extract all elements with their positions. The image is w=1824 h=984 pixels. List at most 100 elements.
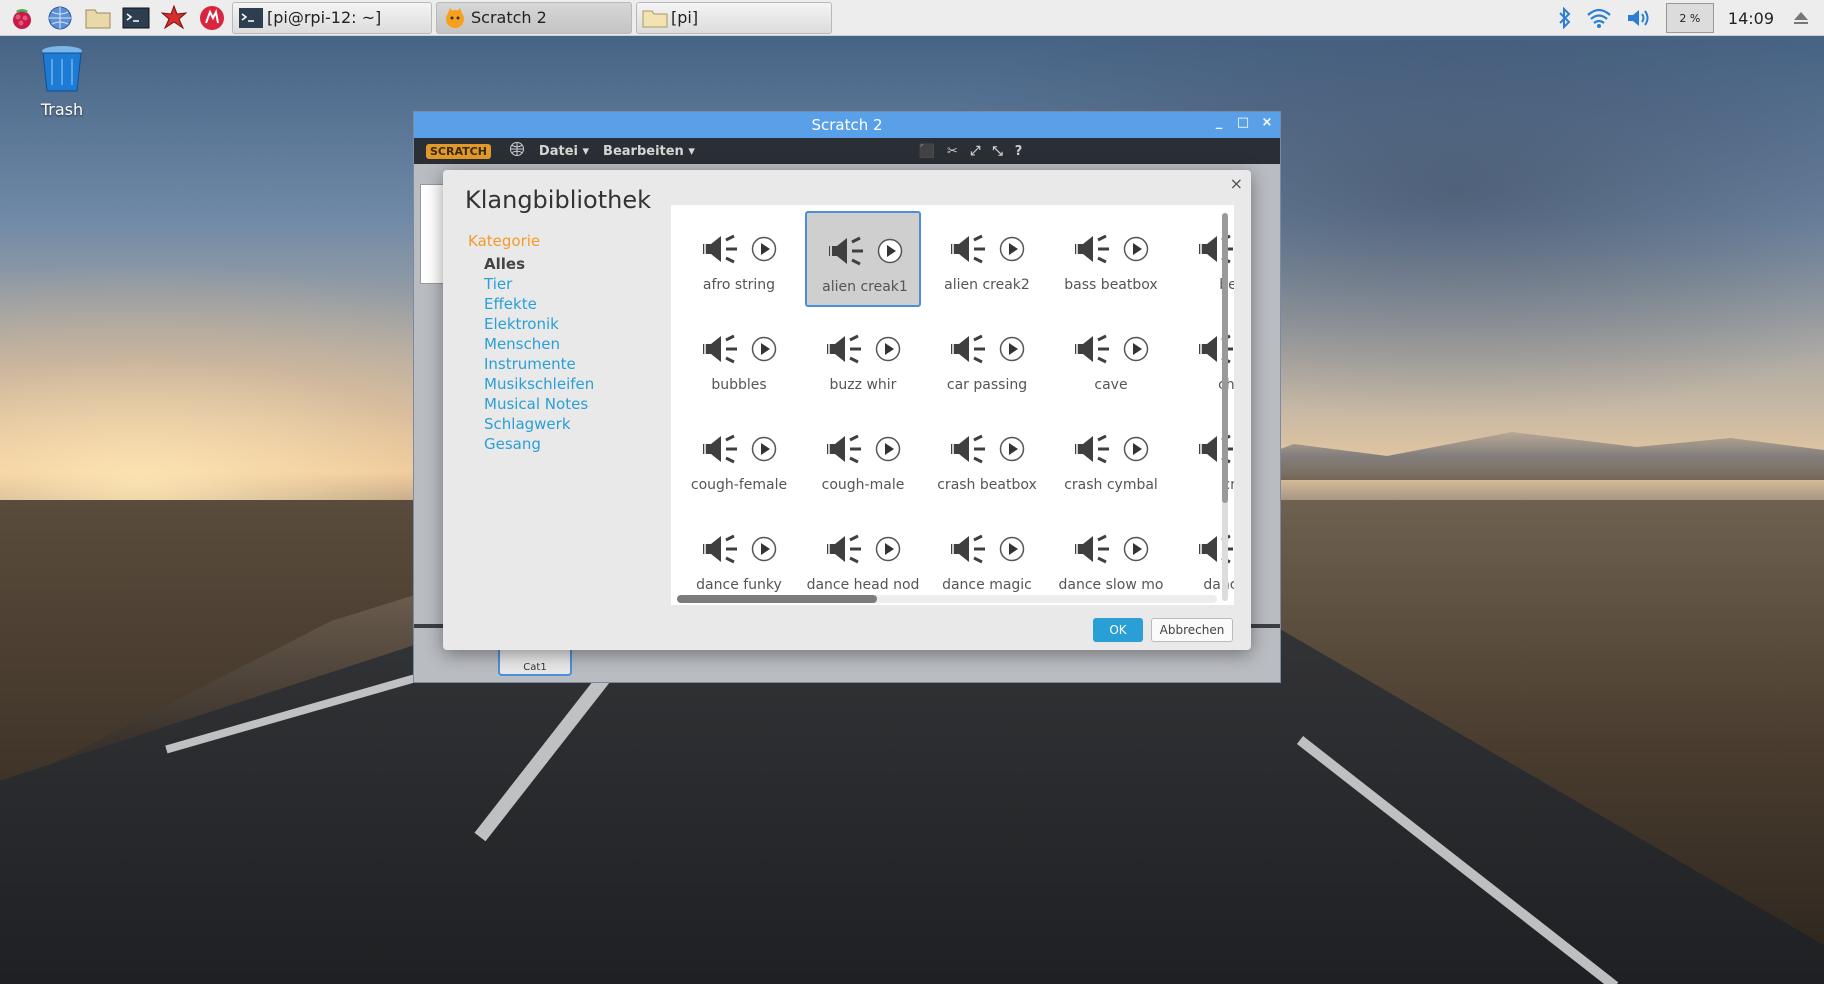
speaker-icon: [1073, 434, 1113, 468]
task-terminal[interactable]: [pi@rpi-12: ~]: [232, 1, 432, 34]
category-item[interactable]: Tier: [484, 274, 594, 294]
scroll-thumb[interactable]: [677, 595, 877, 603]
play-icon[interactable]: [999, 336, 1025, 366]
play-icon[interactable]: [875, 536, 901, 566]
category-item[interactable]: Gesang: [484, 434, 594, 454]
speaker-icon: [701, 534, 741, 568]
sound-tile[interactable]: cough-male: [805, 411, 921, 507]
sound-tile[interactable]: crash beatbox: [929, 411, 1045, 507]
play-icon[interactable]: [875, 436, 901, 466]
window-titlebar[interactable]: Scratch 2 _ □ ×: [414, 112, 1280, 138]
wolfram-icon[interactable]: [196, 2, 228, 34]
help-icon[interactable]: ?: [1015, 144, 1023, 159]
speaker-icon: [949, 534, 989, 568]
eject-icon[interactable]: [1792, 9, 1810, 27]
math-kernel-icon[interactable]: [158, 2, 190, 34]
sound-grid: dance sndance slow modance magicdance he…: [671, 205, 1234, 605]
web-browser-icon[interactable]: [44, 2, 76, 34]
cancel-button[interactable]: Abbrechen: [1151, 618, 1233, 642]
play-icon[interactable]: [877, 238, 903, 268]
speaker-icon: [949, 234, 989, 268]
sound-tile[interactable]: dance slow mo: [1053, 511, 1169, 605]
scroll-thumb[interactable]: [1222, 213, 1228, 503]
shrink-icon[interactable]: ⤡: [992, 144, 1002, 159]
sound-label: dance funky: [696, 577, 782, 593]
clock[interactable]: 14:09: [1728, 9, 1774, 28]
play-icon[interactable]: [751, 236, 777, 266]
play-icon[interactable]: [1123, 436, 1149, 466]
play-icon[interactable]: [999, 436, 1025, 466]
speaker-icon: [1197, 334, 1234, 368]
category-item[interactable]: Elektronik: [484, 314, 594, 334]
maximize-button[interactable]: □: [1236, 115, 1250, 130]
scratch-menubar: SCRATCH Datei ▾ Bearbeiten ▾ ⬛ ✂ ⤢ ⤡ ?: [414, 138, 1280, 164]
menu-file[interactable]: Datei ▾: [539, 144, 589, 159]
sound-tile[interactable]: alien creak2: [929, 211, 1045, 307]
category-item[interactable]: Alles: [484, 254, 594, 274]
sound-tile[interactable]: cough-female: [681, 411, 797, 507]
horizontal-scrollbar[interactable]: [677, 595, 1217, 603]
scratch-logo: SCRATCH: [426, 143, 491, 159]
sound-tile[interactable]: bass beatbox: [1053, 211, 1169, 307]
language-globe-icon[interactable]: [509, 141, 525, 161]
play-icon[interactable]: [999, 536, 1025, 566]
file-manager-icon[interactable]: [82, 2, 114, 34]
category-item[interactable]: Effekte: [484, 294, 594, 314]
sound-label: cave: [1094, 377, 1128, 393]
sound-tile[interactable]: buzz whir: [805, 311, 921, 407]
speaker-icon: [1197, 234, 1234, 268]
volume-icon[interactable]: [1626, 7, 1652, 29]
category-item[interactable]: Musical Notes: [484, 394, 594, 414]
duplicate-stamp-icon[interactable]: ⬛: [919, 144, 935, 159]
close-button[interactable]: ×: [1260, 115, 1274, 130]
play-icon[interactable]: [751, 536, 777, 566]
category-item[interactable]: Instrumente: [484, 354, 594, 374]
sound-tile[interactable]: car passing: [929, 311, 1045, 407]
sound-label: buzz whir: [829, 377, 897, 393]
play-icon[interactable]: [751, 436, 777, 466]
grow-icon[interactable]: ⤢: [970, 144, 980, 159]
task-file-manager[interactable]: [pi]: [636, 1, 832, 34]
desktop-trash[interactable]: Trash: [30, 44, 94, 119]
sound-label: afro string: [702, 277, 776, 293]
category-item[interactable]: Schlagwerk: [484, 414, 594, 434]
speaker-icon: [825, 434, 865, 468]
speaker-icon: [701, 334, 741, 368]
speaker-icon: [1073, 534, 1113, 568]
category-item[interactable]: Musikschleifen: [484, 374, 594, 394]
category-item[interactable]: Menschen: [484, 334, 594, 354]
sound-tile[interactable]: afro string: [681, 211, 797, 307]
bluetooth-icon[interactable]: [1558, 7, 1572, 29]
play-icon[interactable]: [999, 236, 1025, 266]
sound-label: cough-male: [821, 477, 905, 493]
sound-tile[interactable]: crash cymbal: [1053, 411, 1169, 507]
task-scratch[interactable]: Scratch 2: [436, 1, 632, 34]
sound-tile[interactable]: dance magic: [929, 511, 1045, 605]
sound-tile[interactable]: cave: [1053, 311, 1169, 407]
cut-icon[interactable]: ✂: [947, 144, 958, 159]
cpu-monitor[interactable]: 2 %: [1665, 3, 1714, 33]
terminal-icon[interactable]: [120, 2, 152, 34]
sound-tile[interactable]: dance head nod: [805, 511, 921, 605]
sound-tile[interactable]: alien creak1: [805, 211, 921, 307]
sound-label: bubbles: [711, 377, 767, 393]
speaker-icon: [825, 534, 865, 568]
sound-label: bass beatbox: [1064, 277, 1158, 293]
task-label: [pi]: [671, 8, 699, 27]
raspberry-menu-icon[interactable]: [6, 2, 38, 34]
play-icon[interactable]: [1123, 536, 1149, 566]
minimize-button[interactable]: _: [1212, 115, 1226, 130]
sound-tile[interactable]: bubbles: [681, 311, 797, 407]
speaker-icon: [701, 234, 741, 268]
play-icon[interactable]: [875, 336, 901, 366]
sound-tile[interactable]: dance funky: [681, 511, 797, 605]
play-icon[interactable]: [1123, 336, 1149, 366]
play-icon[interactable]: [751, 336, 777, 366]
menu-edit[interactable]: Bearbeiten ▾: [603, 144, 695, 159]
ok-button[interactable]: OK: [1093, 618, 1143, 642]
speaker-icon: [949, 434, 989, 468]
dialog-close-button[interactable]: ×: [1230, 174, 1243, 193]
play-icon[interactable]: [1123, 236, 1149, 266]
wifi-icon[interactable]: [1586, 7, 1612, 29]
vertical-scrollbar[interactable]: [1222, 213, 1228, 601]
